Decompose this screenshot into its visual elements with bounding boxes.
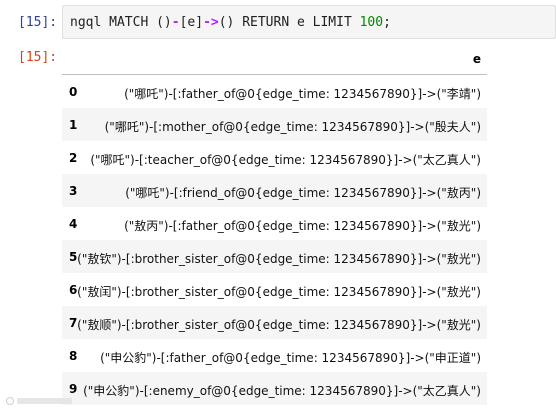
- code-token: [e]: [179, 15, 204, 30]
- table-row: 7 ("敖顺")-[:brother_sister_of@0{edge_time:…: [62, 306, 487, 339]
- table-row: 6 ("敖闰")-[:brother_sister_of@0{edge_time:…: [62, 273, 487, 306]
- code-token: ;: [383, 15, 391, 30]
- code-token: -: [171, 15, 180, 30]
- code-token: 100: [359, 15, 384, 30]
- row-value: ("敖闰")-[:brother_sister_of@0{edge_time: …: [77, 285, 481, 299]
- row-value: ("申公豹")-[:father_of@0{edge_time: 1234567…: [100, 351, 481, 365]
- row-index: 9: [69, 382, 78, 396]
- row-value: ("哪吒")-[:mother_of@0{edge_time: 12345678…: [104, 120, 481, 134]
- code-token: () RETURN e LIMIT: [218, 15, 360, 30]
- row-index: 6: [69, 283, 78, 297]
- row-index: 0: [69, 85, 78, 99]
- code-text[interactable]: ngql MATCH ()-[e]->() RETURN e LIMIT 100…: [70, 15, 391, 30]
- table-header: e: [62, 44, 487, 75]
- table-body: 0 ("哪吒")-[:father_of@0{edge_time: 1234567…: [62, 75, 487, 405]
- row-value: ("申公豹")-[:enemy_of@0{edge_time: 12345678…: [83, 384, 481, 398]
- row-value: ("敖顺")-[:brother_sister_of@0{edge_time: …: [77, 318, 481, 332]
- row-index: 1: [69, 118, 78, 132]
- row-value: ("敖丙")-[:father_of@0{edge_time: 12345678…: [124, 219, 481, 233]
- row-index: 3: [69, 184, 78, 198]
- table-row: 4 ("敖丙")-[:father_of@0{edge_time: 1234567…: [62, 207, 487, 240]
- table-row: 8 ("申公豹")-[:father_of@0{edge_time: 123456…: [62, 339, 487, 372]
- row-value: ("敖钦")-[:brother_sister_of@0{edge_time: …: [77, 252, 481, 266]
- row-index: 2: [69, 151, 78, 165]
- table-row: 1 ("哪吒")-[:mother_of@0{edge_time: 1234567…: [62, 108, 487, 141]
- output-prompt: [15]:: [18, 50, 58, 65]
- table-row: 3 ("哪吒")-[:friend_of@0{edge_time: 1234567…: [62, 174, 487, 207]
- table-row: 9 ("申公豹")-[:enemy_of@0{edge_time: 1234567…: [62, 372, 487, 405]
- table-row: 0 ("哪吒")-[:father_of@0{edge_time: 1234567…: [62, 75, 487, 108]
- row-value: ("哪吒")-[:father_of@0{edge_time: 12345678…: [124, 87, 481, 101]
- row-index: 8: [69, 349, 78, 363]
- input-prompt: [15]:: [18, 15, 58, 30]
- output-table: e 0 ("哪吒")-[:father_of@0{edge_time: 12345…: [62, 44, 487, 405]
- code-token: ->: [203, 15, 219, 30]
- code-cell-input[interactable]: ngql MATCH ()-[e]->() RETURN e LIMIT 100…: [62, 5, 556, 39]
- code-token: ngql MATCH (): [70, 15, 172, 30]
- row-index: 4: [69, 217, 78, 231]
- watermark-icon: [6, 397, 72, 405]
- row-index: 7: [69, 316, 78, 330]
- row-value: ("哪吒")-[:friend_of@0{edge_time: 12345678…: [125, 186, 481, 200]
- table-row: 5 ("敖钦")-[:brother_sister_of@0{edge_time:…: [62, 240, 487, 273]
- watermark-logo: [6, 396, 76, 409]
- column-header-e: e: [472, 52, 481, 66]
- row-value: ("哪吒")-[:teacher_of@0{edge_time: 1234567…: [90, 153, 481, 167]
- table-row: 2 ("哪吒")-[:teacher_of@0{edge_time: 123456…: [62, 141, 487, 174]
- row-index: 5: [69, 250, 78, 264]
